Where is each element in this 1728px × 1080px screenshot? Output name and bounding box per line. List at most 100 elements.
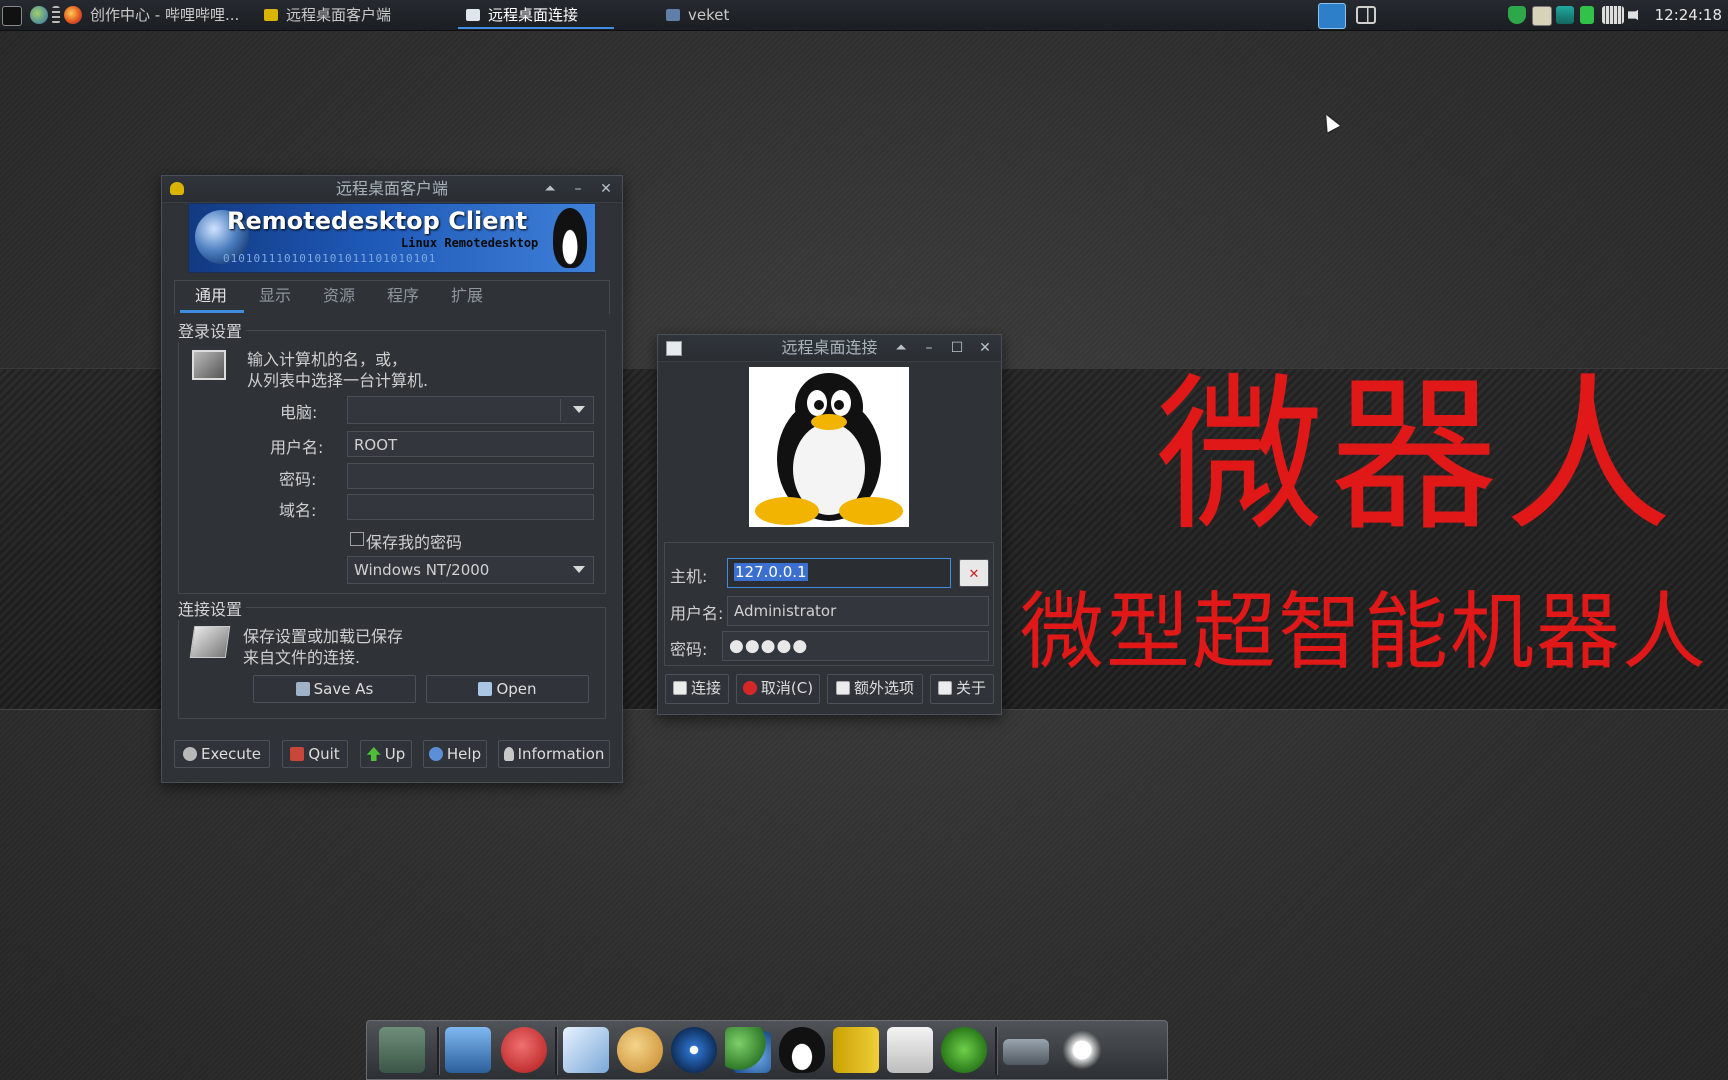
tab-extensions[interactable]: 扩展 bbox=[451, 282, 483, 306]
open-button[interactable]: Open bbox=[426, 675, 589, 703]
computer-monitor-icon bbox=[192, 350, 226, 380]
display-icon[interactable] bbox=[1318, 3, 1346, 29]
shade-button[interactable]: ⏶ bbox=[889, 335, 913, 361]
help-question-icon[interactable] bbox=[941, 1027, 987, 1073]
desktop-monitor-icon[interactable] bbox=[445, 1027, 491, 1073]
about-button[interactable]: 关于 bbox=[930, 674, 994, 704]
execute-button[interactable]: Execute bbox=[174, 740, 270, 768]
tab-resources[interactable]: 资源 bbox=[323, 282, 355, 306]
domain-input[interactable] bbox=[347, 494, 594, 520]
extra-options-button[interactable]: 额外选项 bbox=[827, 674, 923, 704]
close-icon bbox=[937, 681, 952, 695]
drawing-app-icon[interactable] bbox=[379, 1027, 425, 1073]
tab-programs[interactable]: 程序 bbox=[387, 282, 419, 306]
save-password-label[interactable]: 保存我的密码 bbox=[366, 529, 462, 553]
password-input[interactable]: ●●●●● bbox=[722, 631, 989, 661]
up-button[interactable]: Up bbox=[360, 740, 412, 768]
task-veket[interactable]: veket bbox=[666, 0, 729, 30]
connect-button[interactable]: 连接 bbox=[665, 674, 729, 704]
folder-icon bbox=[666, 9, 680, 21]
volume-icon[interactable] bbox=[1628, 6, 1644, 24]
username-label: 用户名: bbox=[270, 438, 324, 457]
close-icon bbox=[672, 681, 687, 695]
task-bilibili[interactable]: 创作中心 - 哔哩哔哩... bbox=[90, 0, 239, 30]
up-arrow-icon bbox=[366, 747, 381, 761]
tab-general[interactable]: 通用 bbox=[195, 282, 227, 306]
save-as-button[interactable]: Save As bbox=[253, 675, 416, 703]
connection-settings-title: 连接设置 bbox=[178, 596, 247, 620]
chevron-down-icon[interactable] bbox=[573, 406, 585, 413]
wallpaper-subtitle: 微型超智能机器人 bbox=[1020, 583, 1709, 681]
host-label: 主机: bbox=[670, 567, 708, 586]
tab-display[interactable]: 显示 bbox=[259, 282, 291, 306]
pet-mascot-icon[interactable] bbox=[501, 1027, 547, 1073]
task-remote-client[interactable]: 远程桌面客户端 bbox=[264, 0, 391, 30]
username-label: 用户名: bbox=[670, 604, 724, 623]
drive-icon[interactable] bbox=[1003, 1039, 1049, 1065]
text-editor-icon[interactable] bbox=[563, 1027, 609, 1073]
paint-palette-icon[interactable] bbox=[617, 1027, 663, 1073]
banner-bits: 0101011101010101011101010101 bbox=[223, 252, 437, 265]
computer-label: 电脑: bbox=[280, 403, 318, 422]
dock bbox=[366, 1020, 1168, 1080]
terminal-icon[interactable] bbox=[2, 6, 22, 26]
tux-icon bbox=[264, 9, 278, 21]
banner-title: Remotedesktop Client bbox=[227, 207, 528, 235]
maximize-button[interactable]: ☐ bbox=[945, 335, 969, 361]
tux-icon bbox=[553, 208, 587, 268]
titlebar[interactable]: 远程桌面连接 ⏶ – ☐ ✕ bbox=[658, 335, 1001, 362]
notebook-icon[interactable] bbox=[833, 1027, 879, 1073]
username-input[interactable]: Administrator bbox=[727, 596, 989, 626]
tux-icon[interactable] bbox=[779, 1027, 825, 1073]
client-banner: Remotedesktop Client Linux Remotedesktop… bbox=[188, 203, 596, 273]
password-input[interactable] bbox=[347, 463, 594, 489]
os-select[interactable]: Windows NT/2000 bbox=[347, 556, 594, 584]
shade-button[interactable]: ⏶ bbox=[538, 176, 562, 202]
spreadsheet-chart-icon[interactable] bbox=[887, 1027, 933, 1073]
password-label: 密码: bbox=[670, 640, 708, 659]
clipboard-icon[interactable] bbox=[1532, 6, 1552, 26]
save-password-checkbox[interactable] bbox=[350, 532, 364, 546]
information-button[interactable]: Information bbox=[498, 740, 610, 768]
host-input[interactable]: 127.0.0.1 bbox=[727, 558, 951, 588]
shield-icon[interactable] bbox=[1508, 6, 1526, 24]
close-button[interactable]: ✕ bbox=[594, 176, 618, 202]
minimize-button[interactable]: – bbox=[917, 335, 941, 361]
chevron-down-icon[interactable] bbox=[573, 566, 585, 573]
battery-icon[interactable] bbox=[1580, 6, 1594, 24]
settings-sun-icon[interactable] bbox=[1059, 1027, 1105, 1073]
cancel-button[interactable]: 取消(C) bbox=[736, 674, 820, 704]
browser-icon[interactable] bbox=[30, 6, 48, 24]
firefox-icon[interactable] bbox=[64, 6, 82, 24]
cancel-icon bbox=[742, 681, 757, 695]
keyboard-icon[interactable] bbox=[1602, 6, 1624, 24]
login-settings-title: 登录设置 bbox=[178, 318, 247, 342]
close-button[interactable]: ✕ bbox=[973, 335, 997, 361]
users-network-icon[interactable] bbox=[725, 1027, 771, 1073]
dock-separator bbox=[437, 1027, 440, 1075]
network-icon[interactable] bbox=[1556, 6, 1574, 24]
domain-label: 域名: bbox=[279, 501, 317, 520]
window-icon bbox=[466, 9, 480, 21]
task-remote-connection[interactable]: 远程桌面连接 bbox=[457, 0, 615, 30]
dock-separator bbox=[555, 1027, 558, 1075]
open-folder-icon bbox=[478, 682, 493, 696]
window-icon bbox=[666, 341, 682, 356]
computer-combobox[interactable] bbox=[347, 396, 594, 424]
media-player-icon[interactable] bbox=[671, 1027, 717, 1073]
minimize-button[interactable]: – bbox=[566, 176, 590, 202]
username-input[interactable]: ROOT bbox=[347, 431, 594, 457]
info-icon bbox=[503, 747, 514, 761]
connection-hint-line2: 来自文件的连接. bbox=[243, 648, 361, 667]
dropdown-divider bbox=[560, 399, 561, 421]
titlebar[interactable]: 远程桌面客户端 ⏶ – ✕ bbox=[162, 176, 622, 203]
login-hint-line2: 从列表中选择一台计算机. bbox=[247, 371, 429, 390]
quit-button[interactable]: Quit bbox=[282, 740, 348, 768]
split-view-icon[interactable] bbox=[1356, 6, 1376, 24]
exit-door-icon bbox=[290, 747, 305, 761]
clear-host-button[interactable]: ✕ bbox=[959, 559, 989, 587]
wallpaper-title: 微器人 bbox=[1156, 358, 1678, 554]
dock-separator bbox=[995, 1027, 998, 1075]
menu-icon[interactable] bbox=[52, 6, 60, 24]
help-button[interactable]: Help bbox=[423, 740, 487, 768]
